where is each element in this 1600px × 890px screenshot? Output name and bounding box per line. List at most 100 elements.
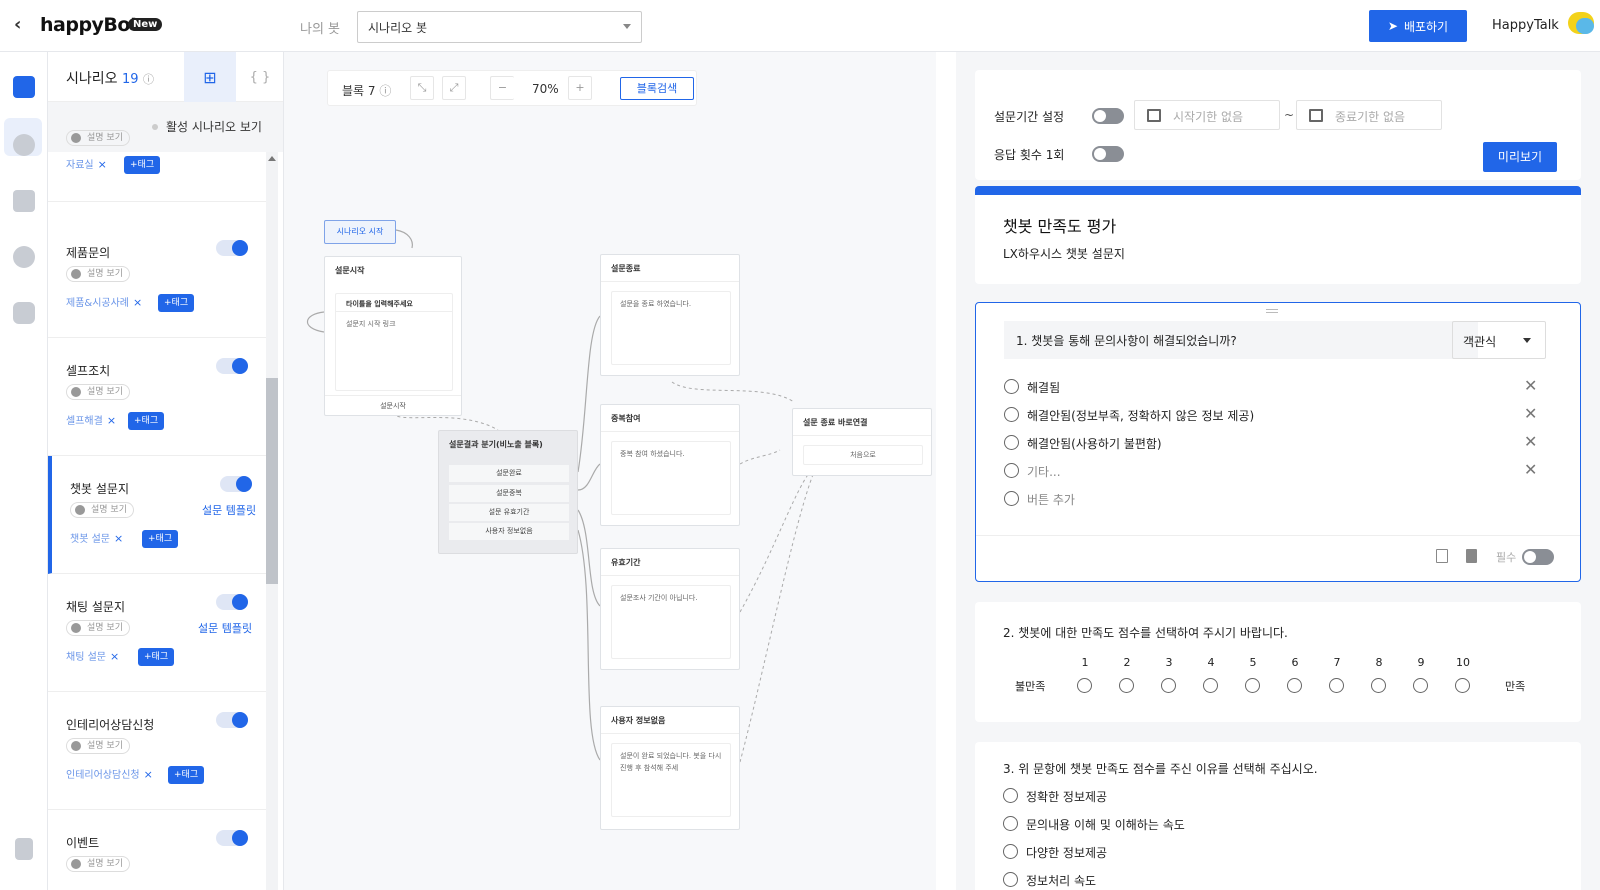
zoom-out-icon[interactable]: − bbox=[490, 76, 514, 100]
end-link-node[interactable]: 설문 종료 바로연결 처음으로 bbox=[792, 408, 932, 476]
scenario-toggle[interactable] bbox=[216, 594, 248, 610]
start-date-input[interactable]: 시작기한 없음 bbox=[1134, 100, 1280, 130]
branch-row[interactable]: 설문 유효기간 bbox=[449, 504, 569, 521]
scrollbar[interactable] bbox=[266, 152, 278, 890]
branch-row[interactable]: 사용자 정보없음 bbox=[449, 523, 569, 540]
tag-chip[interactable]: 챗봇 설문 × bbox=[70, 530, 123, 548]
tag-chip[interactable]: 셀프해결 × bbox=[66, 412, 116, 430]
tag-chip[interactable]: 자료실 × bbox=[66, 156, 107, 174]
scenario-start-node[interactable]: 시나리오 시작 bbox=[324, 220, 396, 244]
help-icon[interactable] bbox=[15, 838, 33, 860]
add-tag-button[interactable]: +태그 bbox=[142, 530, 179, 548]
scenario-toggle[interactable] bbox=[216, 712, 248, 728]
trash-icon[interactable] bbox=[1466, 549, 1477, 563]
survey-start-node[interactable]: 설문시작 타이틀을 입력해주세요 설문지 시작 링크 설문시작 bbox=[324, 256, 462, 416]
question-type-select[interactable]: 객관식 bbox=[1452, 321, 1546, 359]
scale-radio[interactable] bbox=[1203, 678, 1218, 693]
add-tag-button[interactable]: +태그 bbox=[158, 294, 195, 312]
option-radio[interactable] bbox=[1004, 379, 1019, 394]
tag-chip[interactable]: 채팅 설문 × bbox=[66, 648, 119, 666]
scroll-thumb[interactable] bbox=[266, 378, 278, 584]
block-search-button[interactable]: 블록검색 bbox=[620, 77, 694, 100]
required-toggle[interactable] bbox=[1522, 549, 1554, 565]
user-name[interactable]: HappyTalk bbox=[1492, 18, 1559, 33]
desc-button[interactable]: 설명 보기 bbox=[70, 502, 134, 518]
desc-button[interactable]: 설명 보기 bbox=[66, 738, 130, 754]
back-arrow-icon[interactable]: ‹ bbox=[14, 14, 21, 35]
option-radio[interactable] bbox=[1003, 816, 1018, 831]
response-toggle[interactable] bbox=[1092, 146, 1124, 162]
scenario-item[interactable]: 채팅 설문지 설명 보기 설문 템플릿 채팅 설문 × +태그 bbox=[48, 574, 266, 692]
check-icon[interactable] bbox=[13, 246, 35, 268]
survey-end-node[interactable]: 설문종료 설문을 종료 하였습니다. bbox=[600, 254, 740, 376]
rocket-icon[interactable] bbox=[13, 190, 35, 212]
scale-radio[interactable] bbox=[1371, 678, 1386, 693]
scale-radio[interactable] bbox=[1329, 678, 1344, 693]
scroll-up-icon[interactable] bbox=[268, 156, 276, 161]
scale-radio[interactable] bbox=[1413, 678, 1428, 693]
scale-radio[interactable] bbox=[1119, 678, 1134, 693]
collapse-icon[interactable]: ⤡ bbox=[410, 76, 434, 100]
period-toggle[interactable] bbox=[1092, 108, 1124, 124]
desc-button[interactable]: 설명 보기 bbox=[66, 266, 130, 282]
option-radio[interactable] bbox=[1004, 407, 1019, 422]
template-link[interactable]: 설문 템플릿 bbox=[198, 620, 252, 636]
scenario-item-partial[interactable]: 설명 보기자료실 × +태그 bbox=[48, 130, 266, 202]
desc-button[interactable]: 설명 보기 bbox=[66, 130, 130, 146]
duplicate-node[interactable]: 중복참여 중복 참여 하셨습니다. bbox=[600, 404, 740, 526]
tag-chip[interactable]: 인테리어상담신청 × bbox=[66, 766, 153, 784]
option-label[interactable]: 정확한 정보제공 bbox=[1026, 788, 1107, 805]
chat-bubble-icon[interactable] bbox=[1568, 12, 1594, 34]
node-button[interactable]: 처음으로 bbox=[803, 445, 923, 465]
add-tag-button[interactable]: +태그 bbox=[138, 648, 175, 666]
scale-radio[interactable] bbox=[1077, 678, 1092, 693]
survey-subtitle[interactable]: LX하우시스 챗봇 설문지 bbox=[1003, 245, 1125, 262]
option-label[interactable]: 기타... bbox=[1027, 463, 1061, 480]
end-date-input[interactable]: 종료기한 없음 bbox=[1296, 100, 1442, 130]
branch-node[interactable]: 설문결과 분기(비노출 블록) 설문완료 설문중복 설문 유효기간 사용자 정보… bbox=[438, 430, 578, 554]
scenario-icon[interactable] bbox=[13, 76, 35, 98]
desc-button[interactable]: 설명 보기 bbox=[66, 384, 130, 400]
scale-radio[interactable] bbox=[1287, 678, 1302, 693]
deploy-button[interactable]: ➤ 배포하기 bbox=[1369, 10, 1467, 42]
scenario-toggle[interactable] bbox=[220, 476, 252, 492]
no-user-node[interactable]: 사용자 정보없음 설문이 완료 되었습니다. 봇을 다시 진행 후 참석해 주세 bbox=[600, 706, 740, 830]
option-radio[interactable] bbox=[1004, 463, 1019, 478]
add-option-button[interactable]: 버튼 추가 bbox=[1027, 491, 1075, 508]
branch-row[interactable]: 설문중복 bbox=[449, 485, 569, 502]
node-button[interactable]: 설문시작 bbox=[325, 395, 461, 415]
option-label[interactable]: 해결안됨(정보부족, 정확하지 않은 정보 제공) bbox=[1027, 407, 1254, 424]
close-icon[interactable]: ✕ bbox=[1524, 404, 1537, 423]
add-tag-button[interactable]: +태그 bbox=[168, 766, 205, 784]
desc-button[interactable]: 설명 보기 bbox=[66, 620, 130, 636]
option-radio[interactable] bbox=[1003, 788, 1018, 803]
option-label[interactable]: 문의내용 이해 및 이해하는 속도 bbox=[1026, 816, 1185, 833]
expiry-node[interactable]: 유효기간 설문조사 기간이 아닙니다. bbox=[600, 548, 740, 670]
scenario-toggle[interactable] bbox=[216, 240, 248, 256]
survey-title[interactable]: 챗봇 만족도 평가 bbox=[1003, 213, 1116, 237]
scenario-toggle[interactable] bbox=[216, 830, 248, 846]
preview-button[interactable]: 미리보기 bbox=[1483, 142, 1557, 172]
tag-chip[interactable]: 제품&시공사례 × bbox=[66, 294, 142, 312]
add-tag-button[interactable]: +태그 bbox=[124, 156, 161, 174]
scenario-toggle[interactable] bbox=[216, 358, 248, 374]
drag-handle-icon[interactable] bbox=[1266, 309, 1278, 313]
flow-canvas[interactable]: 블록 7 ⓘ ⤡ ⤢ − 70% + 블록검색 시나리오 시작 설문시작 타이틀… bbox=[284, 52, 936, 890]
scale-radio[interactable] bbox=[1161, 678, 1176, 693]
add-tag-button[interactable]: +태그 bbox=[128, 412, 165, 430]
close-icon[interactable]: ✕ bbox=[1524, 460, 1537, 479]
scenario-item[interactable]: 셀프조치 설명 보기 셀프해결 × +태그 bbox=[48, 338, 266, 456]
scenario-item[interactable]: 챗봇 설문지 설명 보기 설문 템플릿 챗봇 설문 × +태그 bbox=[48, 456, 266, 574]
bot-select[interactable]: 시나리오 봇 bbox=[357, 11, 642, 43]
option-radio[interactable] bbox=[1003, 872, 1018, 887]
template-link[interactable]: 설문 템플릿 bbox=[202, 502, 256, 518]
scale-radio[interactable] bbox=[1245, 678, 1260, 693]
scenario-item[interactable]: 제품문의 설명 보기 제품&시공사례 × +태그 bbox=[48, 220, 266, 338]
option-radio[interactable] bbox=[1003, 844, 1018, 859]
scale-radio[interactable] bbox=[1455, 678, 1470, 693]
question-2-text[interactable]: 2. 챗봇에 대한 만족도 점수를 선택하여 주시기 바랍니다. bbox=[1003, 624, 1288, 641]
gear-icon[interactable] bbox=[13, 302, 35, 324]
option-label[interactable]: 해결됨 bbox=[1027, 379, 1060, 396]
scenario-item[interactable]: 인테리어상담신청 설명 보기 인테리어상담신청 × +태그 bbox=[48, 692, 266, 810]
scenario-item[interactable]: 이벤트 설명 보기 bbox=[48, 810, 266, 890]
